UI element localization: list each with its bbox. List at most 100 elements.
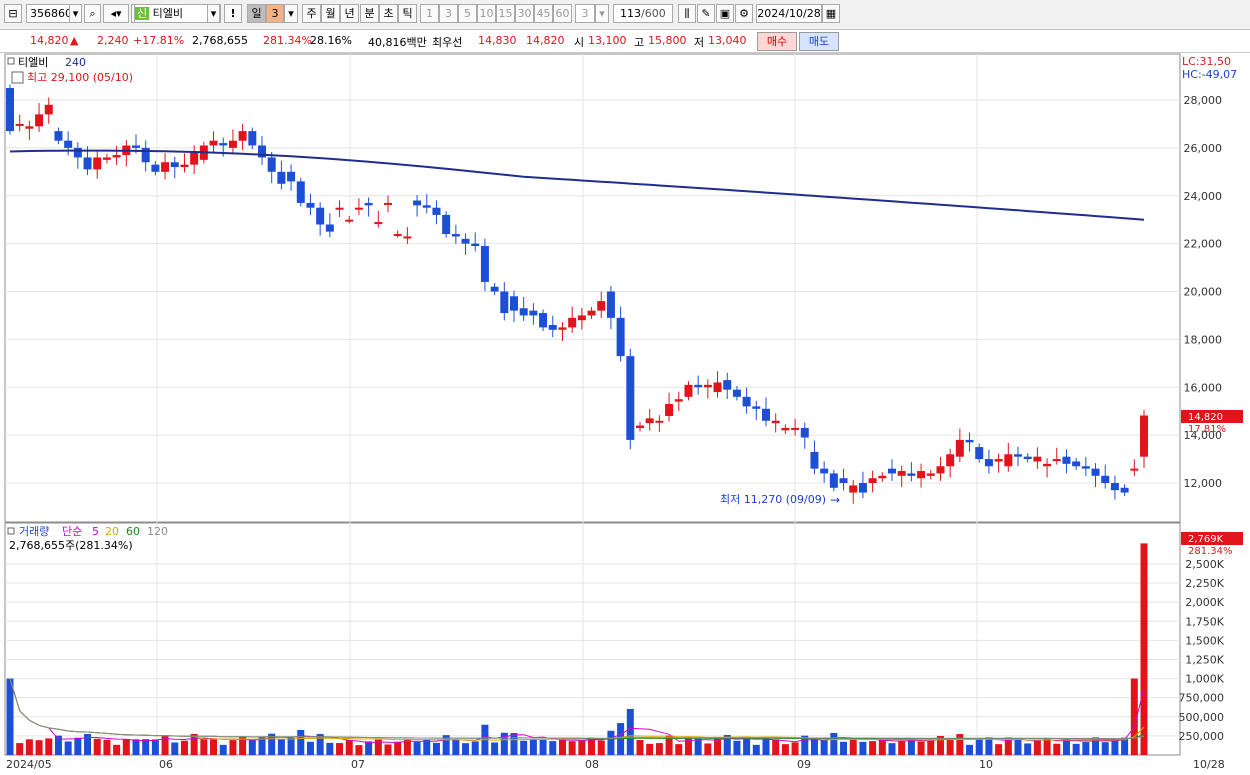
candle-body	[1033, 456, 1042, 462]
volume-bar	[132, 739, 140, 755]
volume-axis-label: 2,500K	[1185, 558, 1224, 571]
candle-body	[616, 317, 625, 357]
candle-body	[684, 384, 693, 397]
candle-body	[829, 473, 838, 488]
volume-bar	[277, 739, 285, 755]
vol-ma60-label: 60	[126, 525, 140, 538]
volume-bar	[975, 738, 983, 755]
candle-body	[791, 427, 800, 430]
vol-ma120-label: 120	[147, 525, 168, 538]
candle-body	[403, 236, 412, 239]
volume-bar	[306, 741, 314, 755]
volume-bar	[704, 743, 712, 755]
volume-bar	[16, 743, 24, 755]
ma-type-label: 단순	[62, 525, 82, 538]
candle-body	[374, 222, 383, 225]
volume-bar	[103, 740, 111, 755]
candle-body	[325, 224, 334, 232]
volume-axis-label: 1,000K	[1185, 673, 1224, 686]
candle-body	[955, 439, 964, 457]
candle-body	[1043, 463, 1052, 467]
candle-body	[335, 207, 344, 210]
volume-tag-text: 2,769K	[1188, 534, 1224, 545]
volume-bar	[200, 737, 208, 755]
volume-axis-label: 1,250K	[1185, 653, 1224, 666]
lc-label: LC:31,50	[1182, 55, 1231, 68]
high-annotation: 최고 29,100 (05/10)	[27, 71, 133, 84]
candle-body	[432, 207, 441, 215]
volume-bar	[219, 744, 227, 755]
candle-body	[267, 157, 276, 172]
candle-body	[306, 202, 315, 208]
volume-bar	[64, 741, 72, 755]
candle-body	[73, 147, 82, 158]
volume-bar	[1033, 739, 1041, 755]
volume-current-value: 2,768,655주(281.34%)	[9, 539, 133, 552]
candle-body	[471, 243, 480, 247]
candle-body	[800, 427, 809, 438]
volume-bar	[888, 743, 896, 755]
candle-body	[190, 152, 199, 165]
candle-body	[1023, 456, 1032, 460]
date-axis-label: 2024/05	[6, 758, 52, 771]
candle-body	[558, 327, 567, 330]
price-axis-label: 16,000	[1184, 381, 1223, 394]
volume-bar	[743, 737, 751, 755]
candle-body	[665, 404, 674, 416]
candle-body	[548, 325, 557, 330]
candle-body	[975, 447, 984, 460]
volume-bar	[607, 730, 615, 755]
volume-bar	[471, 741, 479, 755]
candle-body	[25, 126, 34, 129]
hc-label: HC:-49,07	[1182, 68, 1237, 81]
candle-body	[917, 471, 926, 479]
volume-bar	[384, 744, 392, 755]
current-pct-tag-text: 17.81%	[1188, 424, 1226, 435]
candle-body	[888, 468, 896, 474]
volume-bar	[946, 738, 954, 755]
date-axis: 2024/05 06 07 08 09 10 10/28	[6, 758, 1225, 771]
volume-bar	[859, 741, 867, 755]
candle-body	[354, 207, 363, 210]
vol-ma5-label: 5	[92, 525, 99, 538]
candle-body	[674, 399, 683, 402]
current-price-tag-text: 14,820	[1188, 412, 1223, 423]
ma-period-label: 240	[65, 56, 86, 69]
volume-bar	[1101, 742, 1109, 755]
candle-body	[228, 140, 237, 148]
candle-body	[6, 88, 14, 132]
volume-bar	[74, 737, 82, 755]
candle-body	[868, 478, 877, 483]
candle-body	[810, 451, 819, 469]
volume-bar	[791, 742, 799, 755]
volume-bar	[248, 739, 256, 755]
volume-bar	[626, 708, 634, 755]
volume-bar	[1014, 738, 1022, 755]
volume-bar	[1140, 543, 1148, 755]
volume-bar	[985, 737, 993, 755]
volume-bar	[558, 739, 566, 755]
candle-body	[636, 425, 644, 428]
candle-body	[907, 473, 916, 476]
candle-body	[655, 420, 664, 423]
candle-body	[1140, 415, 1148, 457]
table-icon[interactable]	[11, 71, 24, 84]
candle-body	[926, 473, 935, 476]
volume-bar	[820, 739, 828, 755]
volume-bar	[781, 744, 789, 755]
candle-body	[1052, 459, 1061, 462]
stock-chart[interactable]: 28,000 26,000 24,000 22,000 20,000 18,000 16,0…	[0, 0, 1250, 775]
candle-body	[93, 157, 102, 170]
low-annotation: 최저 11,270 (09/09)	[720, 493, 826, 506]
candle-body	[820, 468, 829, 474]
candle-body	[393, 234, 402, 237]
date-axis-label: 06	[159, 758, 173, 771]
candle-body	[723, 380, 732, 390]
volume-bar	[1072, 743, 1080, 755]
candle-body	[442, 214, 451, 235]
volume-bar	[762, 738, 770, 755]
volume-bar	[423, 740, 431, 755]
volume-bar	[297, 730, 305, 755]
candle-body	[1014, 454, 1022, 457]
candle-body	[180, 164, 189, 168]
